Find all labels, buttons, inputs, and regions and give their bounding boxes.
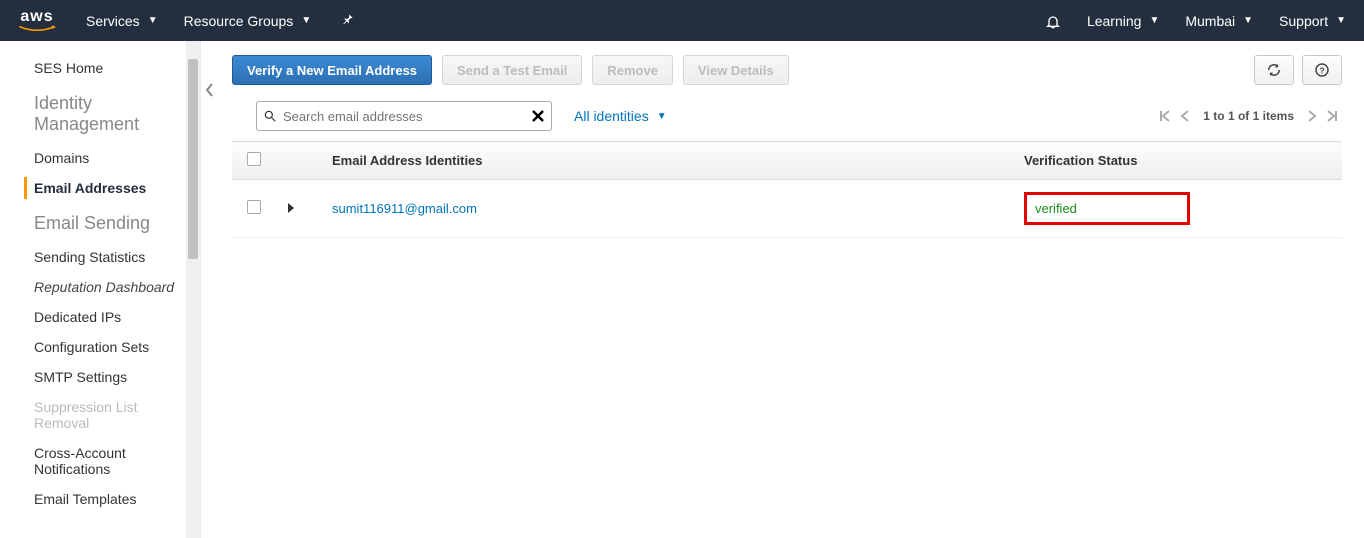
identities-table: Email Address Identities Verification St…	[232, 141, 1342, 238]
status-highlight: verified	[1024, 192, 1190, 225]
filter-row: All identities ▼ 1 to 1 of 1 items	[232, 101, 1342, 131]
svg-text:?: ?	[1319, 65, 1324, 75]
verification-status: verified	[1035, 201, 1077, 216]
top-nav: aws Services ▼ Resource Groups ▼ Learnin…	[0, 0, 1364, 41]
caret-down-icon: ▼	[657, 111, 667, 122]
close-icon	[531, 109, 545, 123]
remove-button: Remove	[592, 55, 673, 85]
sidebar-sending-stats[interactable]: Sending Statistics	[0, 242, 200, 272]
nav-services[interactable]: Services ▼	[86, 13, 158, 29]
sidebar: SES Home Identity Management Domains Ema…	[0, 41, 200, 538]
main-content: Verify a New Email Address Send a Test E…	[218, 41, 1364, 538]
identities-filter[interactable]: All identities ▼	[574, 108, 667, 124]
caret-down-icon: ▼	[148, 15, 158, 26]
sidebar-domains[interactable]: Domains	[0, 143, 200, 173]
row-checkbox[interactable]	[247, 200, 261, 214]
nav-support[interactable]: Support ▼	[1279, 13, 1346, 29]
logo-text: aws	[20, 9, 53, 25]
sidebar-reputation[interactable]: Reputation Dashboard	[0, 272, 200, 302]
refresh-button[interactable]	[1254, 55, 1294, 85]
search-icon	[263, 109, 277, 123]
sidebar-scrollbar[interactable]	[186, 41, 200, 538]
expand-row-button[interactable]	[288, 203, 294, 213]
aws-smile-icon	[18, 25, 56, 33]
verify-email-button[interactable]: Verify a New Email Address	[232, 55, 432, 85]
refresh-icon	[1266, 62, 1282, 78]
action-toolbar: Verify a New Email Address Send a Test E…	[232, 55, 1342, 85]
pager-first-button[interactable]	[1159, 110, 1171, 122]
pager-prev-button[interactable]	[1179, 110, 1191, 122]
caret-down-icon: ▼	[1336, 15, 1346, 26]
pager-last-button[interactable]	[1326, 110, 1338, 122]
sidebar-suppression: Suppression List Removal	[0, 392, 200, 438]
sidebar-config-sets[interactable]: Configuration Sets	[0, 332, 200, 362]
view-details-button: View Details	[683, 55, 789, 85]
help-icon: ?	[1314, 62, 1330, 78]
aws-logo[interactable]: aws	[18, 9, 56, 33]
pager-text: 1 to 1 of 1 items	[1203, 109, 1294, 123]
pin-icon[interactable]	[341, 12, 355, 29]
sidebar-email-addresses[interactable]: Email Addresses	[0, 173, 200, 203]
nav-right: Learning ▼ Mumbai ▼ Support ▼	[1019, 13, 1346, 29]
nav-region[interactable]: Mumbai ▼	[1185, 13, 1253, 29]
sidebar-heading-identity: Identity Management	[0, 83, 200, 143]
email-identity-link[interactable]: sumit116911@gmail.com	[332, 201, 477, 216]
column-email-header[interactable]: Email Address Identities	[320, 142, 1012, 180]
sidebar-templates[interactable]: Email Templates	[0, 484, 200, 514]
nav-resource-groups[interactable]: Resource Groups ▼	[184, 13, 312, 29]
send-test-button: Send a Test Email	[442, 55, 582, 85]
select-all-checkbox[interactable]	[247, 152, 261, 166]
sidebar-dedicated-ips[interactable]: Dedicated IPs	[0, 302, 200, 332]
search-input[interactable]	[283, 102, 525, 130]
caret-down-icon: ▼	[1243, 15, 1253, 26]
sidebar-cross-account[interactable]: Cross-Account Notifications	[0, 438, 200, 484]
nav-region-label: Mumbai	[1185, 13, 1235, 29]
table-row: sumit116911@gmail.com verified	[232, 180, 1342, 238]
nav-services-label: Services	[86, 13, 140, 29]
search-box	[256, 101, 552, 131]
pager-next-button[interactable]	[1306, 110, 1318, 122]
identities-filter-label: All identities	[574, 108, 649, 124]
nav-resource-groups-label: Resource Groups	[184, 13, 294, 29]
pager: 1 to 1 of 1 items	[1155, 109, 1342, 123]
caret-down-icon: ▼	[1149, 15, 1159, 26]
scrollbar-thumb[interactable]	[188, 59, 198, 259]
sidebar-ses-home[interactable]: SES Home	[0, 53, 200, 83]
bell-icon	[1045, 13, 1061, 29]
chevron-left-icon	[205, 83, 215, 97]
nav-support-label: Support	[1279, 13, 1328, 29]
notifications-button[interactable]	[1045, 13, 1061, 29]
help-button[interactable]: ?	[1302, 55, 1342, 85]
column-status-header[interactable]: Verification Status	[1012, 142, 1342, 180]
clear-search-button[interactable]	[525, 109, 551, 123]
nav-account[interactable]: Learning ▼	[1087, 13, 1159, 29]
sidebar-collapse-handle[interactable]	[200, 41, 218, 538]
sidebar-heading-sending: Email Sending	[0, 203, 200, 242]
caret-down-icon: ▼	[301, 15, 311, 26]
nav-account-label: Learning	[1087, 13, 1142, 29]
sidebar-smtp[interactable]: SMTP Settings	[0, 362, 200, 392]
